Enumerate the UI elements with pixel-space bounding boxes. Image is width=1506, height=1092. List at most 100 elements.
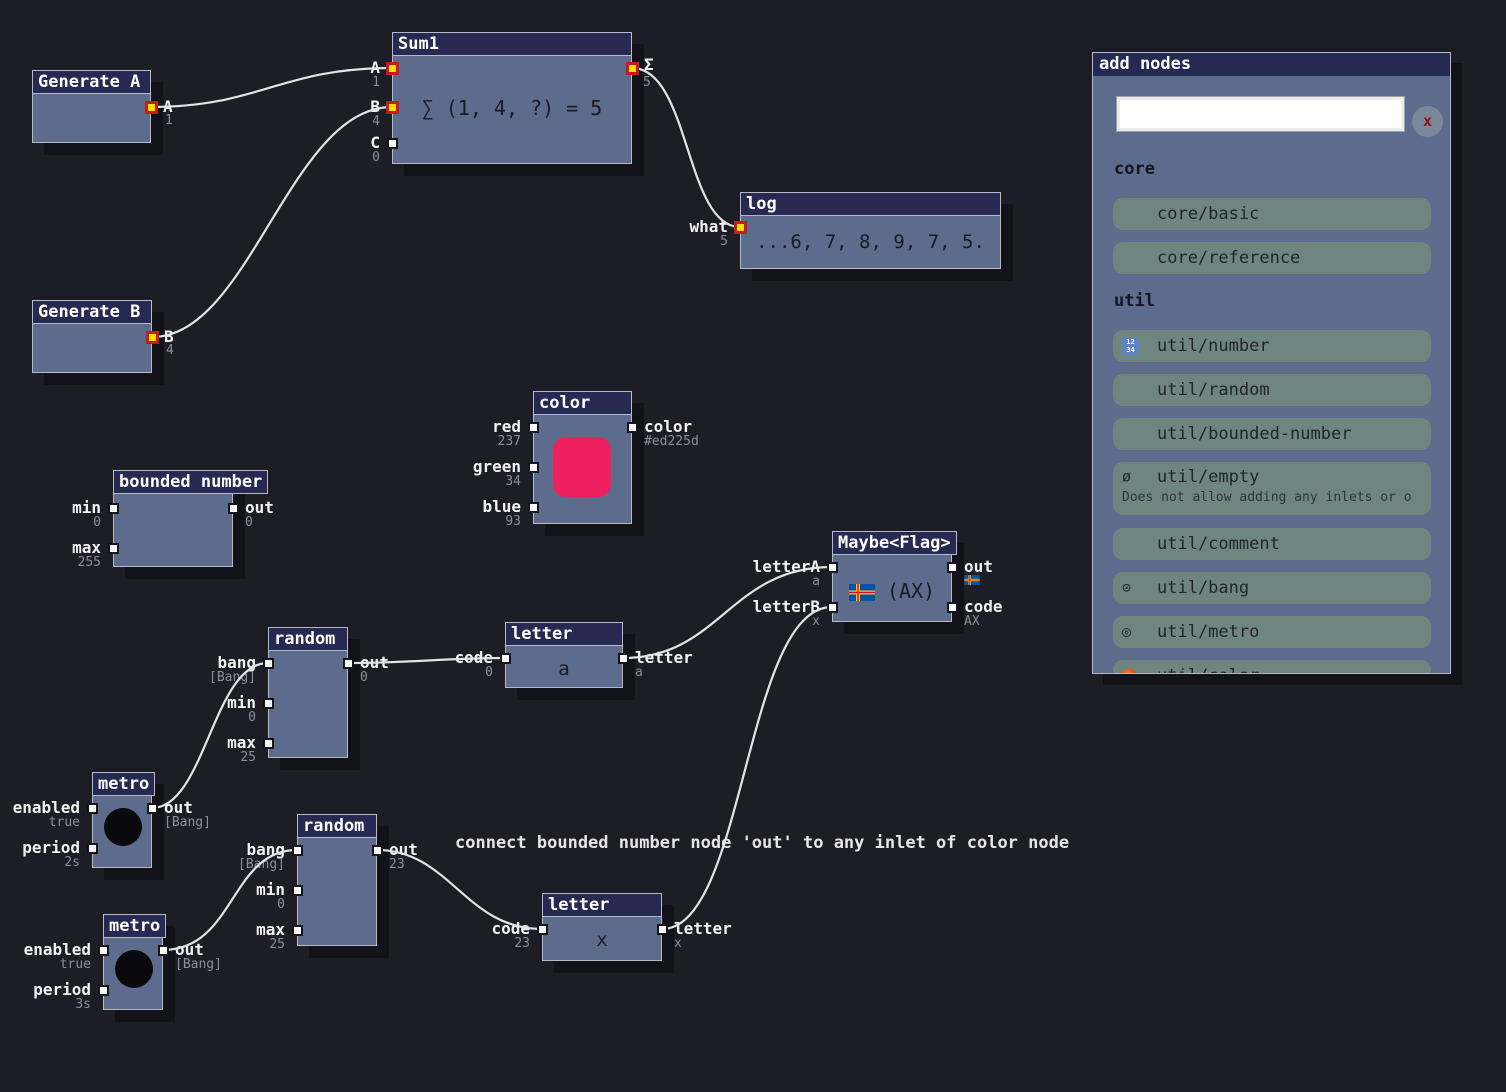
palette-item-util-color[interactable]: util/color (1113, 660, 1431, 674)
port-maybe-out[interactable] (947, 562, 958, 573)
wire-sum1-to-log[interactable] (632, 68, 740, 227)
sum-expression: ∑ (1, 4, ?) = 5 (392, 96, 632, 120)
inlet-label: C (370, 135, 380, 151)
metro-beat-indicator (115, 950, 153, 988)
node-title: letter (505, 622, 623, 646)
inlet-value: true (60, 958, 91, 971)
port-letter1-out[interactable] (618, 653, 629, 664)
clear-search-button[interactable]: x (1412, 106, 1443, 137)
port-random2-in-min[interactable] (292, 885, 303, 896)
inlet-label: green (473, 459, 521, 475)
node-editor-canvas[interactable]: Generate A A 1 Sum1 ∑ (1, 4, ?) = 5 A 1 … (0, 0, 1506, 1092)
inlet-value: 0 (248, 711, 256, 724)
palette-item-label: util/empty (1157, 462, 1259, 492)
palette-item-label: util/bounded-number (1157, 418, 1351, 450)
port-maybe-in-letterb[interactable] (827, 602, 838, 613)
outlet-value: [Bang] (175, 958, 222, 971)
port-bounded-in-max[interactable] (108, 543, 119, 554)
port-sum1-out[interactable] (626, 62, 639, 75)
palette-item-core-reference[interactable]: core/reference (1113, 242, 1431, 274)
port-random1-out[interactable] (343, 658, 354, 669)
port-bounded-out[interactable] (228, 503, 239, 514)
port-color-out[interactable] (627, 422, 638, 433)
node-random-1[interactable]: random (268, 627, 348, 758)
node-title: Generate B (32, 300, 152, 324)
port-random1-in-min[interactable] (263, 698, 274, 709)
port-color-in-green[interactable] (528, 462, 539, 473)
letter-display: x (542, 929, 662, 951)
inlet-value: 0 (93, 516, 101, 529)
inlet-value: 0 (372, 151, 380, 164)
inlet-label: period (22, 840, 80, 856)
palette-item-util-bounded-number[interactable]: util/bounded-number (1113, 418, 1431, 450)
port-generate-a-out[interactable] (145, 101, 158, 114)
port-metro1-in-period[interactable] (87, 843, 98, 854)
section-heading-util: util (1114, 291, 1155, 311)
port-metro1-out[interactable] (147, 803, 158, 814)
palette-item-label: util/color (1157, 660, 1259, 674)
inlet-value: 25 (240, 751, 256, 764)
port-sum1-in-b[interactable] (386, 101, 399, 114)
inlet-value: 34 (505, 475, 521, 488)
outlet-value: 1 (165, 114, 173, 127)
wire-generate-b-to-sum1[interactable] (152, 107, 392, 337)
port-sum1-in-a[interactable] (386, 62, 399, 75)
port-random2-in-max[interactable] (292, 925, 303, 936)
port-random1-in-max[interactable] (263, 738, 274, 749)
inlet-label: period (33, 982, 91, 998)
inlet-value: 25 (269, 938, 285, 951)
inlet-label: min (72, 500, 101, 516)
node-maybe-flag[interactable]: Maybe<Flag> (832, 531, 952, 622)
palette-item-util-random[interactable]: util/random (1113, 374, 1431, 406)
port-metro1-in-enabled[interactable] (87, 803, 98, 814)
inlet-label: bang (246, 842, 285, 858)
port-maybe-out-code[interactable] (947, 602, 958, 613)
inlet-label: max (256, 922, 285, 938)
palette-item-core-basic[interactable]: core/basic (1113, 198, 1431, 230)
letter-display: a (505, 658, 623, 680)
port-random1-in-bang[interactable] (263, 658, 274, 669)
node-random-2[interactable]: random (297, 814, 377, 946)
palette-item-util-metro[interactable]: ◎ util/metro (1113, 616, 1431, 648)
palette-item-util-bang[interactable]: ⊙ util/bang (1113, 572, 1431, 604)
metro-beat-indicator (104, 808, 142, 846)
port-color-in-blue[interactable] (528, 502, 539, 513)
palette-item-util-number[interactable]: util/number (1113, 330, 1431, 362)
wire-generate-a-to-sum1[interactable] (151, 68, 392, 107)
color-icon (1122, 669, 1137, 675)
node-search-input[interactable] (1117, 97, 1404, 131)
color-swatch (553, 437, 611, 497)
outlet-value: [Bang] (164, 816, 211, 829)
palette-item-util-comment[interactable]: util/comment (1113, 528, 1431, 560)
inlet-value: 0 (485, 666, 493, 679)
port-random2-in-bang[interactable] (292, 845, 303, 856)
panel-title: add nodes (1093, 53, 1450, 76)
port-letter1-in-code[interactable] (500, 653, 511, 664)
node-generate-a[interactable]: Generate A (32, 70, 151, 143)
number-input-icon (1122, 337, 1139, 355)
node-generate-b[interactable]: Generate B (32, 300, 152, 373)
maybe-flag-code: (AX) (887, 579, 935, 603)
port-metro2-in-enabled[interactable] (98, 945, 109, 956)
palette-item-label: util/number (1157, 330, 1270, 362)
inlet-label: blue (482, 499, 521, 515)
outlet-label: code (964, 599, 1003, 615)
port-bounded-in-min[interactable] (108, 503, 119, 514)
port-random2-out[interactable] (372, 845, 383, 856)
palette-item-util-empty[interactable]: ø util/empty Does not allow adding any i… (1113, 462, 1431, 515)
port-letter2-out[interactable] (657, 924, 668, 935)
node-bounded-number[interactable]: bounded number (113, 470, 233, 567)
metro-icon: ◎ (1122, 625, 1131, 640)
port-letter2-in-code[interactable] (537, 924, 548, 935)
inlet-value: 3s (75, 998, 91, 1011)
inlet-label: max (72, 540, 101, 556)
bang-icon: ⊙ (1122, 581, 1131, 596)
port-maybe-in-lettera[interactable] (827, 562, 838, 573)
port-generate-b-out[interactable] (146, 331, 159, 344)
port-sum1-in-c[interactable] (387, 138, 398, 149)
port-metro2-out[interactable] (158, 945, 169, 956)
port-log-in-what[interactable] (734, 221, 747, 234)
port-color-in-red[interactable] (528, 422, 539, 433)
node-title: random (268, 627, 348, 651)
port-metro2-in-period[interactable] (98, 985, 109, 996)
